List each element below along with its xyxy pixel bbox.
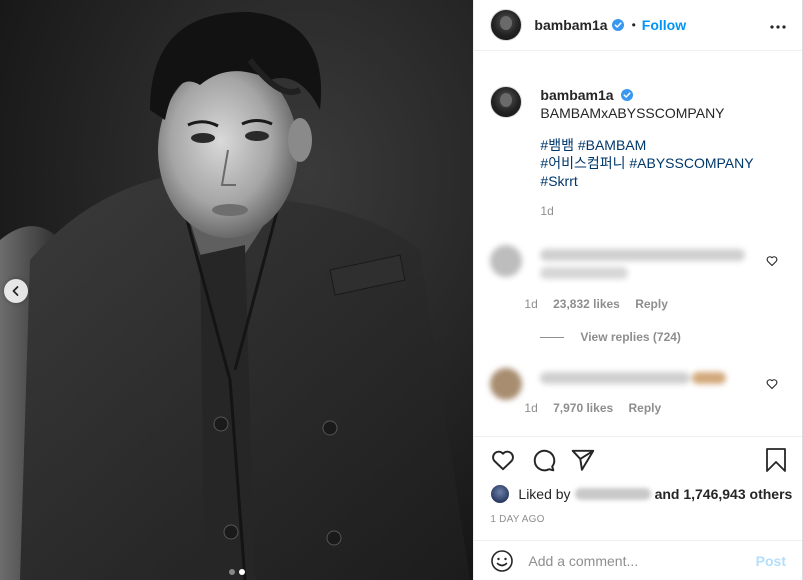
previous-slide-button[interactable] xyxy=(4,279,28,303)
author-username[interactable]: bambam1a xyxy=(534,17,607,33)
carousel-dot xyxy=(228,569,235,575)
commenter-avatar[interactable] xyxy=(490,368,523,400)
post-dialog: bambam1a • Follow bambam1a BAMBAMxABYSSC… xyxy=(0,0,803,580)
verified-badge-icon xyxy=(621,89,634,101)
caption-timestamp: 1d xyxy=(540,204,554,218)
comment-text-redacted xyxy=(540,245,746,285)
comment-time: 1d xyxy=(524,297,538,311)
post-photo[interactable] xyxy=(0,0,474,580)
hashtag-line[interactable]: #뱀뱀 #BAMBAM xyxy=(540,136,753,154)
replies-divider xyxy=(540,336,565,338)
portrait-image xyxy=(0,0,474,580)
author-avatar[interactable] xyxy=(490,9,523,41)
post-timestamp[interactable]: 1 DAY AGO xyxy=(490,514,544,525)
more-options-icon[interactable] xyxy=(770,19,786,35)
post-comment-button[interactable]: Post xyxy=(756,553,786,569)
liker-avatar[interactable] xyxy=(490,484,511,504)
comment-likes[interactable]: 23,832 likes xyxy=(553,297,620,311)
verified-badge-icon xyxy=(611,19,624,31)
caption-username[interactable]: bambam1a xyxy=(540,87,613,103)
caption-author-avatar[interactable] xyxy=(490,86,523,118)
add-comment-bar: Post xyxy=(474,540,802,580)
comment-meta: 1d 7,970 likes Reply xyxy=(524,401,673,415)
comment-input[interactable] xyxy=(528,552,756,569)
view-replies-label: View replies (724) xyxy=(580,330,681,344)
comment-likes[interactable]: 7,970 likes xyxy=(553,401,613,415)
carousel-indicator xyxy=(0,569,473,575)
post-header: bambam1a • Follow xyxy=(474,0,802,51)
reply-button[interactable]: Reply xyxy=(635,297,668,311)
liker-name-redacted[interactable] xyxy=(574,488,651,500)
reply-button[interactable]: Reply xyxy=(629,401,662,415)
post-caption: bambam1a BAMBAMxABYSSCOMPANY #뱀뱀 #BAMBAM… xyxy=(490,86,786,220)
chevron-left-icon xyxy=(12,286,19,296)
likes-summary: Liked by and 1,746,943 others xyxy=(490,484,792,504)
commenter-avatar[interactable] xyxy=(490,245,523,277)
like-comment-heart-icon[interactable] xyxy=(766,255,778,267)
comment-text-redacted xyxy=(540,368,740,400)
caption-text: BAMBAMxABYSSCOMPANY xyxy=(540,105,725,121)
view-replies-button[interactable]: View replies (724) xyxy=(540,330,681,344)
hashtag-line[interactable]: #Skrrt xyxy=(540,172,753,190)
like-comment-heart-icon[interactable] xyxy=(766,378,778,390)
header-separator: • xyxy=(631,18,636,32)
carousel-dot-active xyxy=(238,569,245,575)
comment-bubble-icon[interactable] xyxy=(530,447,556,473)
liked-by-count[interactable]: and 1,746,943 others xyxy=(655,486,793,502)
action-bar xyxy=(474,436,802,472)
comment-item xyxy=(490,368,786,400)
follow-button[interactable]: Follow xyxy=(642,17,686,33)
comment-meta: 1d 23,832 likes Reply xyxy=(524,297,679,311)
hashtag-line[interactable]: #어비스컴퍼니 #ABYSSCOMPANY xyxy=(540,154,753,172)
emoji-smiley-icon[interactable] xyxy=(490,549,514,573)
liked-by-prefix: Liked by xyxy=(518,486,571,502)
share-paper-plane-icon[interactable] xyxy=(570,447,596,473)
comment-time: 1d xyxy=(524,401,538,415)
comment-item xyxy=(490,245,786,285)
like-heart-icon[interactable] xyxy=(490,447,516,473)
save-bookmark-icon[interactable] xyxy=(764,447,788,473)
caption-hashtags: #뱀뱀 #BAMBAM #어비스컴퍼니 #ABYSSCOMPANY #Skrrt xyxy=(540,136,753,190)
post-sidebar: bambam1a • Follow bambam1a BAMBAMxABYSSC… xyxy=(473,0,802,580)
